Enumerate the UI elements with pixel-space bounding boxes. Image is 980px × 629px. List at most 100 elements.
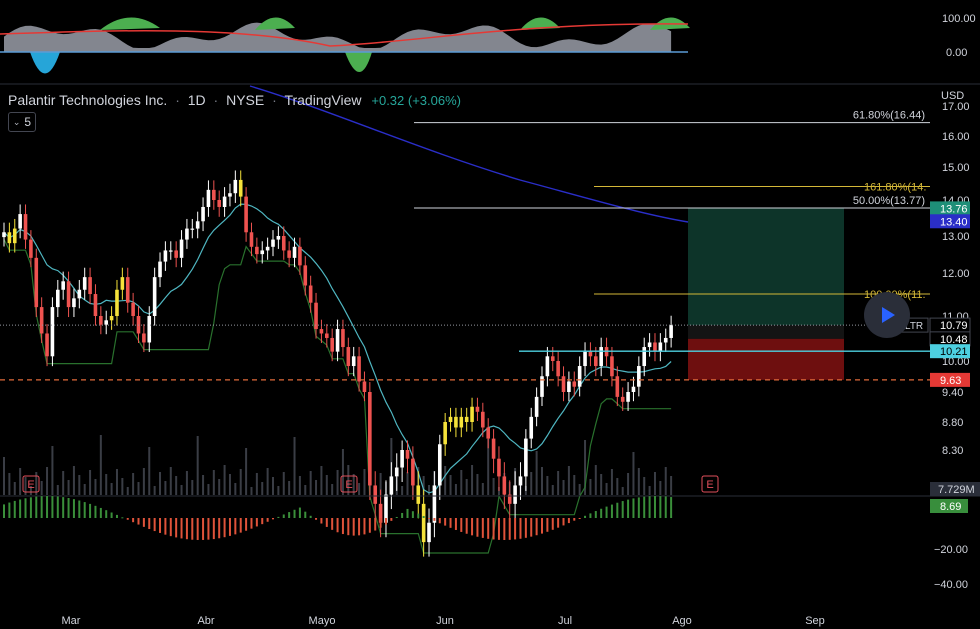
- macd-histogram-bar: [202, 518, 205, 540]
- volume-bar: [551, 485, 554, 495]
- candle-body: [502, 476, 507, 495]
- volume-bar: [653, 472, 656, 495]
- volume-bar: [637, 468, 640, 495]
- macd-histogram-bar: [336, 518, 339, 533]
- volume-bar: [99, 435, 102, 495]
- macd-histogram-bar: [142, 518, 145, 527]
- candle-body: [45, 333, 49, 357]
- volume-bar: [288, 481, 291, 495]
- macd-histogram-bar: [411, 511, 414, 518]
- candle-body: [158, 261, 162, 278]
- volume-bar: [185, 471, 188, 495]
- candle-body: [481, 411, 485, 428]
- macd-histogram-bar: [239, 518, 242, 533]
- macd-histogram-bar: [277, 516, 280, 518]
- macd-histogram-bar: [535, 518, 538, 536]
- volume-bar: [471, 465, 474, 495]
- candle-body: [427, 522, 431, 543]
- macd-histogram-bar: [508, 518, 511, 540]
- candle-body: [298, 246, 302, 266]
- macd-histogram-bar: [503, 518, 506, 540]
- macd-histogram-bar: [35, 496, 38, 518]
- price-tick-label: 15.00: [942, 162, 970, 174]
- candle-body: [534, 396, 539, 417]
- candle-body: [152, 277, 157, 316]
- macd-histogram-bar: [8, 502, 11, 518]
- macd-histogram-bar: [19, 499, 22, 518]
- macd-histogram-bar: [272, 518, 274, 520]
- macd-histogram-bar: [664, 496, 667, 518]
- price-tick-label: 9.40: [942, 387, 963, 399]
- macd-histogram-bar: [46, 496, 49, 518]
- candle-body: [255, 246, 259, 255]
- volume-bar: [535, 451, 538, 495]
- macd-histogram-bar: [384, 518, 387, 525]
- volume-bar: [293, 437, 296, 495]
- candle-body: [276, 236, 281, 240]
- volume-bar: [320, 466, 323, 495]
- price-axis-bg: [930, 85, 980, 495]
- histogram-tick-label: −40.00: [934, 579, 968, 591]
- macd-histogram-bar: [444, 518, 447, 526]
- macd-histogram-bar: [589, 513, 592, 518]
- macd-histogram-bar: [282, 514, 285, 518]
- volume-bar: [298, 476, 301, 495]
- macd-histogram-bar: [159, 518, 162, 533]
- interval-label[interactable]: 1D: [188, 92, 206, 108]
- macd-histogram-bar: [99, 507, 102, 518]
- symbol-name[interactable]: Palantir Technologies Inc.: [8, 92, 167, 108]
- volume-bar: [632, 452, 635, 495]
- candle-body: [567, 381, 571, 392]
- volume-bar: [616, 478, 619, 495]
- candle-body: [550, 356, 555, 361]
- candle-body: [341, 329, 345, 348]
- candle-body: [443, 422, 447, 445]
- volume-bar: [8, 473, 11, 495]
- macd-histogram-bar: [29, 497, 32, 518]
- candle-body: [389, 476, 394, 495]
- indicators-toggle-button[interactable]: ⌄ 5: [8, 112, 36, 132]
- macd-histogram-bar: [218, 518, 221, 539]
- macd-histogram-bar: [616, 502, 619, 518]
- time-tick-label: Jun: [436, 615, 454, 627]
- candle-body: [405, 450, 410, 459]
- volume-bar: [67, 480, 70, 495]
- fib-level-161-8-label: 161.80%(14.: [864, 182, 926, 194]
- macd-histogram-bar: [487, 518, 490, 539]
- candle-body: [238, 179, 243, 197]
- candle-body: [88, 277, 92, 295]
- candle-body: [470, 406, 474, 422]
- volume-bar: [169, 467, 172, 495]
- macd-histogram-bar: [24, 498, 27, 518]
- candle-body: [163, 250, 168, 262]
- candle-body: [131, 302, 135, 316]
- volume-bar: [567, 466, 570, 495]
- macd-histogram-bar: [121, 517, 124, 519]
- candle-body: [314, 302, 318, 330]
- price-tag-label: 9.63: [940, 375, 961, 387]
- macd-histogram-bar: [562, 518, 565, 526]
- volume-bar: [13, 482, 16, 495]
- price-tag-label: 10.48: [940, 334, 968, 346]
- candle-body: [120, 277, 125, 290]
- volume-bar: [277, 486, 280, 495]
- data-source-label: TradingView: [284, 92, 362, 108]
- macd-histogram-bar: [250, 518, 253, 529]
- candle-body: [61, 281, 65, 290]
- long-position-target-zone: [688, 208, 844, 326]
- chart-legend-header[interactable]: Palantir Technologies Inc. · 1D · NYSE ·…: [8, 92, 461, 108]
- replay-play-button[interactable]: [864, 292, 910, 338]
- candle-body: [432, 485, 437, 523]
- volume-bar: [578, 484, 581, 495]
- macd-histogram-bar: [363, 518, 366, 535]
- macd-histogram-bar: [148, 518, 151, 530]
- macd-histogram-bar: [56, 496, 59, 518]
- macd-histogram-bar: [557, 518, 560, 528]
- macd-histogram-bar: [83, 502, 86, 518]
- volume-bar: [40, 481, 43, 495]
- macd-histogram-bar: [524, 518, 527, 538]
- candle-body: [18, 214, 22, 229]
- macd-histogram-bar: [438, 518, 441, 524]
- macd-histogram-bar: [13, 500, 16, 518]
- macd-histogram-bar: [325, 518, 328, 527]
